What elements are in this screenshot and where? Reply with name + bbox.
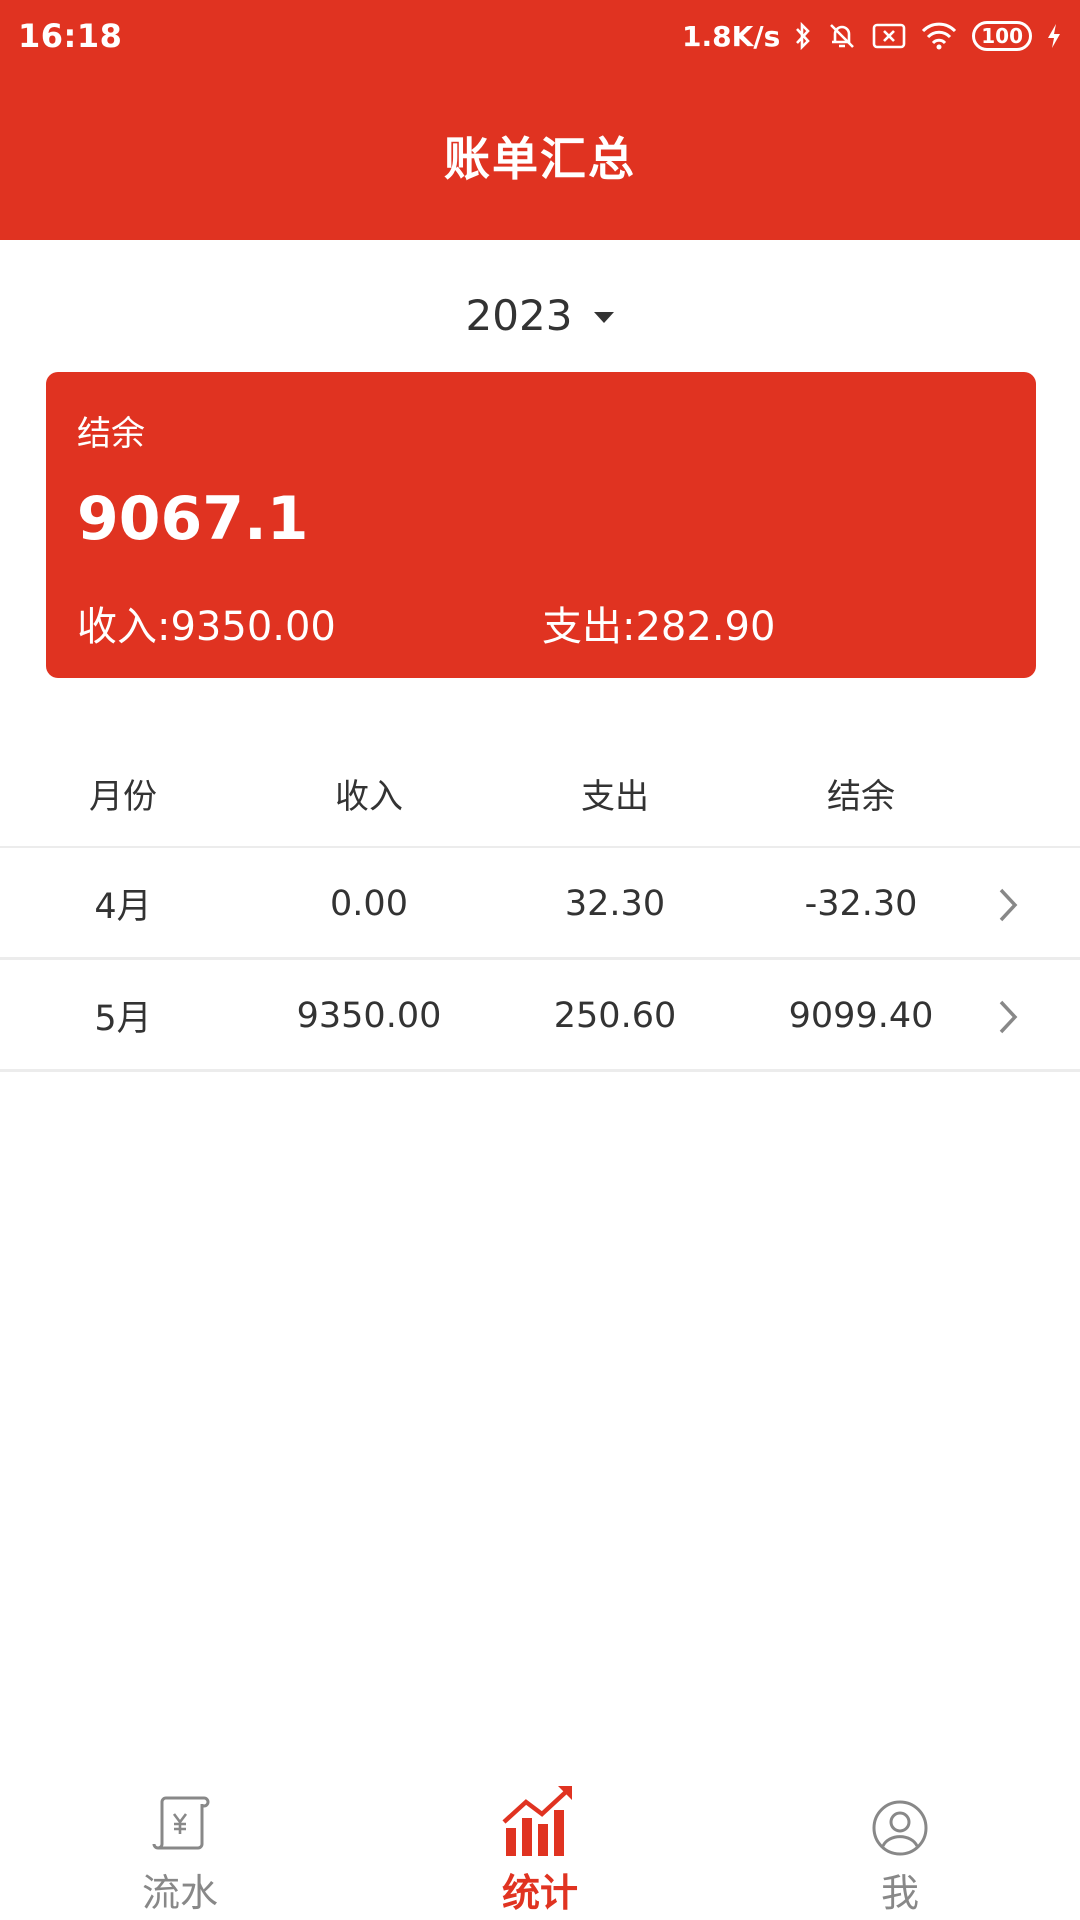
sim-none-icon [872, 22, 906, 50]
chevron-right-icon [996, 885, 1020, 929]
user-icon [870, 1780, 930, 1858]
battery-icon: 100 [972, 21, 1032, 51]
net-speed: 1.8K/s [682, 19, 781, 53]
row-balance: 9099.40 [788, 995, 934, 1036]
row-income: 0.00 [330, 883, 408, 924]
income-total: 收入:9350.00 [77, 604, 336, 650]
wifi-icon [920, 21, 958, 51]
chevron-down-icon [594, 311, 615, 323]
mute-icon [826, 20, 858, 52]
table-header: 月份 收入 支出 结余 [0, 740, 1080, 848]
summary-card: 结余 9067.1 收入:9350.00 支出:282.90 [46, 372, 1036, 678]
tab-label: 我 [880, 1871, 919, 1915]
row-balance: -32.30 [804, 883, 918, 924]
chart-icon [500, 1780, 580, 1858]
status-time: 16:18 [18, 17, 123, 55]
column-header-income: 收入 [335, 776, 403, 817]
balance-amount: 9067.1 [77, 484, 309, 554]
bluetooth-icon [794, 21, 812, 51]
balance-label: 结余 [77, 414, 145, 454]
row-expense: 250.60 [553, 995, 677, 1036]
tab-label: 流水 [141, 1871, 218, 1915]
bottom-tab-bar: 流水 统计 我 [0, 1760, 1080, 1920]
charging-icon [1046, 22, 1062, 50]
tab-profile[interactable]: 我 [720, 1760, 1080, 1920]
tab-ledger[interactable]: 流水 [0, 1760, 360, 1920]
row-income: 9350.00 [296, 995, 442, 1036]
status-icons: 1.8K/s 100 [682, 20, 1062, 53]
page-title: 账单汇总 [444, 132, 636, 186]
status-bar: 16:18 1.8K/s 100 [0, 0, 1080, 72]
expense-total: 支出:282.90 [542, 604, 776, 650]
chevron-right-icon [996, 997, 1020, 1041]
year-value: 2023 [465, 290, 573, 340]
row-month: 5月 [94, 999, 152, 1039]
column-header-expense: 支出 [581, 776, 649, 817]
table-row[interactable]: 4月 0.00 32.30 -32.30 [0, 850, 1080, 960]
column-header-month: 月份 [89, 776, 157, 817]
app-header: 账单汇总 [0, 72, 1080, 240]
ledger-icon [148, 1780, 212, 1858]
year-selector[interactable]: 2023 [0, 270, 1080, 360]
row-expense: 32.30 [564, 883, 666, 924]
row-month: 4月 [94, 887, 152, 927]
column-header-balance: 结余 [827, 776, 895, 817]
table-row[interactable]: 5月 9350.00 250.60 9099.40 [0, 962, 1080, 1072]
tab-statistics[interactable]: 统计 [360, 1760, 720, 1920]
tab-label: 统计 [501, 1871, 578, 1915]
